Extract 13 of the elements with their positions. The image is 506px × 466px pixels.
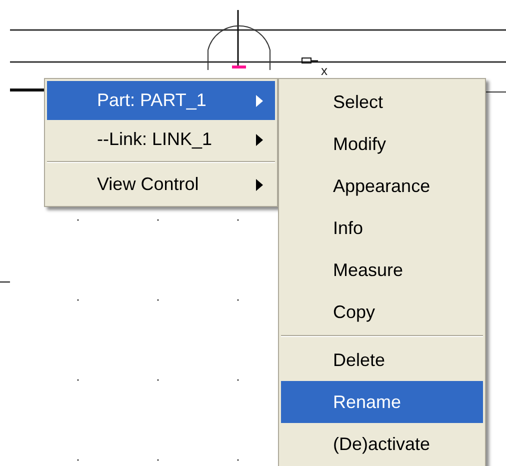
axis-label: x xyxy=(321,64,328,78)
menu-item[interactable]: View Control xyxy=(47,165,275,204)
menu-item[interactable]: Measure xyxy=(281,249,483,291)
menu-item[interactable]: Info xyxy=(281,207,483,249)
menu-item[interactable]: Delete xyxy=(281,339,483,381)
menu-item[interactable]: Part: PART_1 xyxy=(47,81,275,120)
menu-item[interactable]: Modify xyxy=(281,123,483,165)
menu-item[interactable]: Select xyxy=(281,81,483,123)
menu-item[interactable]: Copy xyxy=(281,291,483,333)
menu-item[interactable]: Rename xyxy=(281,381,483,423)
menu-item[interactable]: (De)activate xyxy=(281,423,483,465)
menu-item[interactable]: --Link: LINK_1 xyxy=(47,120,275,159)
menu-item[interactable]: Appearance xyxy=(281,165,483,207)
